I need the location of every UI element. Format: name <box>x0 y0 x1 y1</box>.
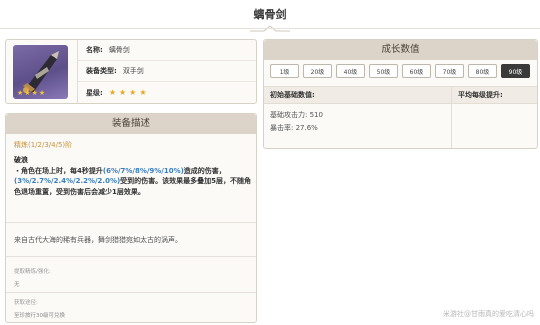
growth-panel: 成长数值 1级 20级 40级 50级 60级 70级 80级 90级 初始基础… <box>263 39 538 149</box>
level-button-60[interactable]: 60级 <box>402 64 431 78</box>
title-divider <box>0 28 540 29</box>
level-button-50[interactable]: 50级 <box>369 64 398 78</box>
refine-level: 精炼(1/2/3/4/5)阶 <box>14 141 73 149</box>
passive-text-part2: 造成的伤害， <box>183 166 226 175</box>
refine-materials-label: 提取精炼/强化: <box>14 269 51 275</box>
name-row: 名称: 螭骨剑 <box>78 40 256 61</box>
name-value: 螭骨剑 <box>108 46 130 54</box>
watermark: 米游社@甘雨真的爱吃清心吗 <box>443 310 534 318</box>
stats-header-row: 初始基础数值: 平均每级提升: <box>264 86 537 104</box>
growth-stats-heading: 平均每级提升: <box>458 91 503 99</box>
level-button-20[interactable]: 20级 <box>303 64 332 78</box>
weapon-info-card: ★★★★ 名称: 螭骨剑 装备类型: 双手剑 星级: ★★★★ <box>5 39 257 104</box>
crit-rate-stat: 暴击率: 27.6% <box>270 124 318 132</box>
rarity-stars: ★★★★ <box>108 88 150 97</box>
passive-text-part1: ・角色在场上时，每4秒提升 <box>14 166 103 175</box>
type-label: 装备类型: <box>86 67 117 75</box>
source-value: 至珍旅行30级可兑换 <box>14 313 65 319</box>
growth-header: 成长数值 <box>264 40 537 60</box>
rarity-label: 星级: <box>86 88 103 97</box>
page-title: 螭骨剑 <box>253 8 287 21</box>
growth-stats-cell <box>452 104 537 148</box>
level-button-80[interactable]: 80级 <box>468 64 497 78</box>
rarity-row: 星级: ★★★★ <box>78 82 256 103</box>
refine-materials-value: 无 <box>14 282 20 288</box>
passive-block: 破浪 ・角色在场上时，每4秒提升(6%/7%/8%/9%/10%)造成的伤害， (… <box>14 155 254 197</box>
name-label: 名称: <box>86 46 103 54</box>
stats-body-row: 基础攻击力: 510 暴击率: 27.6% <box>264 104 537 148</box>
weapon-image-stars: ★★★★ <box>17 89 47 97</box>
type-row: 装备类型: 双手剑 <box>78 61 256 82</box>
passive-highlight-1: (6%/7%/8%/9%/10%) <box>102 166 184 175</box>
level-button-90[interactable]: 90级 <box>501 64 530 78</box>
divider <box>6 222 256 223</box>
type-value: 双手剑 <box>122 67 144 75</box>
passive-highlight-2: (3%/2.7%/2.4%/2.2%/2.0%) <box>14 177 121 185</box>
level-button-1[interactable]: 1级 <box>270 64 299 78</box>
description-header: 装备描述 <box>6 114 256 134</box>
passive-name: 破浪 <box>14 156 28 164</box>
passive-text: ・角色在场上时，每4秒提升(6%/7%/8%/9%/10%)造成的伤害， (3%/… <box>14 166 254 198</box>
level-selector: 1级 20级 40级 50级 60级 70级 80级 90级 <box>270 64 530 78</box>
base-stats-heading: 初始基础数值: <box>264 87 452 103</box>
divider <box>6 256 256 257</box>
base-attack-stat: 基础攻击力: 510 <box>270 111 323 119</box>
weapon-story: 来自古代大海的稀有兵器，舞剑猎猎宛如太古的涡声。 <box>14 236 182 244</box>
level-button-70[interactable]: 70级 <box>435 64 464 78</box>
title-ornament-icon <box>250 25 290 32</box>
weapon-image: ★★★★ <box>13 45 68 99</box>
level-button-40[interactable]: 40级 <box>336 64 365 78</box>
description-panel: 装备描述 精炼(1/2/3/4/5)阶 破浪 ・角色在场上时，每4秒提升(6%/… <box>5 113 257 323</box>
source-label: 获取途径: <box>14 300 38 306</box>
divider <box>6 292 256 293</box>
base-stats-cell: 基础攻击力: 510 暴击率: 27.6% <box>264 104 452 148</box>
